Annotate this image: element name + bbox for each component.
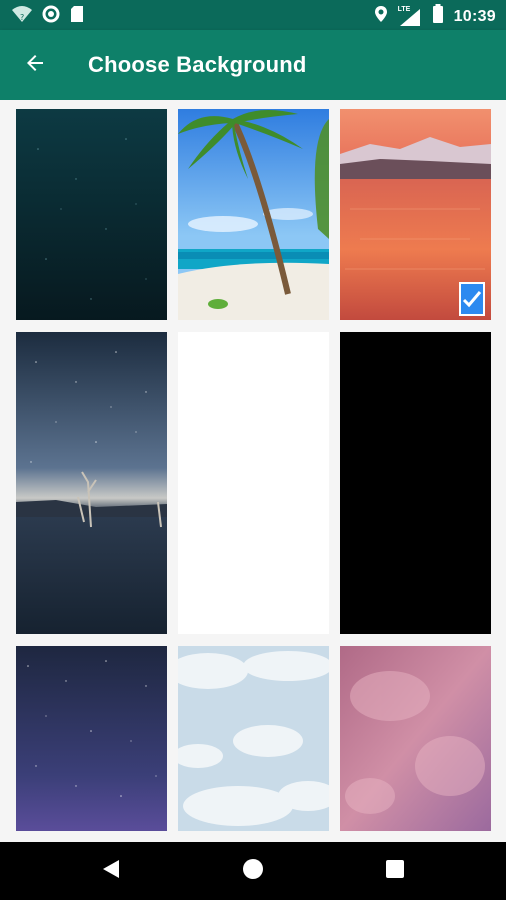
background-tile-cloudy-sky[interactable] bbox=[178, 646, 329, 831]
background-tile-plain-black[interactable] bbox=[340, 332, 491, 634]
svg-text:?: ? bbox=[20, 13, 24, 22]
background-grid[interactable] bbox=[0, 100, 506, 842]
background-tile-plain-white[interactable] bbox=[178, 332, 329, 634]
signal-icon: LTE bbox=[397, 5, 422, 27]
navigation-bar bbox=[0, 842, 506, 900]
nav-recents-button[interactable] bbox=[355, 842, 435, 900]
recents-square-icon bbox=[385, 859, 405, 884]
background-tile-palm-beach[interactable] bbox=[178, 109, 329, 320]
check-icon bbox=[462, 289, 482, 309]
background-tile-dark-teal-stars[interactable] bbox=[16, 109, 167, 320]
network-type-label: LTE bbox=[397, 5, 411, 13]
status-bar: ? LTE 10:39 bbox=[0, 0, 506, 30]
home-circle-icon bbox=[242, 858, 264, 885]
background-tile-starfield-purple[interactable] bbox=[16, 646, 167, 831]
back-button[interactable] bbox=[0, 30, 70, 100]
location-icon bbox=[374, 5, 388, 28]
circle-icon bbox=[42, 5, 60, 28]
background-tile-pink-clouds[interactable] bbox=[340, 646, 491, 831]
selected-indicator bbox=[459, 282, 485, 316]
background-tile-sunset-lake-mountains[interactable] bbox=[340, 109, 491, 320]
page-title: Choose Background bbox=[88, 52, 307, 77]
wifi-icon: ? bbox=[12, 5, 32, 28]
nav-back-button[interactable] bbox=[71, 842, 151, 900]
background-tile-starry-night-dead-trees[interactable] bbox=[16, 332, 167, 634]
app-bar: Choose Background bbox=[0, 30, 506, 100]
sd-card-icon bbox=[70, 5, 84, 28]
back-triangle-icon bbox=[101, 858, 121, 885]
nav-home-button[interactable] bbox=[213, 842, 293, 900]
battery-icon bbox=[432, 4, 444, 29]
arrow-back-icon bbox=[23, 51, 47, 80]
clock: 10:39 bbox=[453, 7, 496, 25]
